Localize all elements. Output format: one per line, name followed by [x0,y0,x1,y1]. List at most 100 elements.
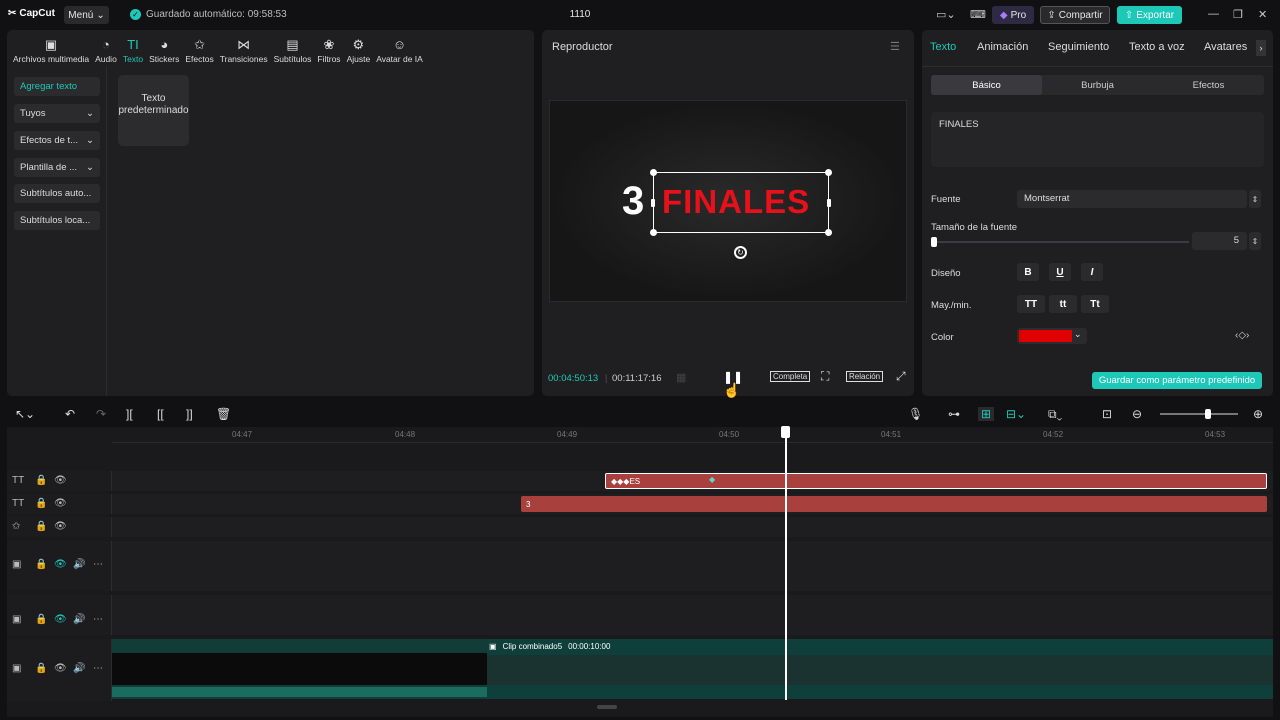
more-icon[interactable]: ⋯ [93,614,103,625]
tab-animation[interactable]: Animación [977,41,1028,53]
eye-icon[interactable]: 👁 [54,521,67,532]
lock-icon[interactable]: 🔒 [35,521,47,532]
trim-left-icon[interactable]: [[ [157,407,164,421]
size-stepper-icon[interactable]: ⇕ [1249,232,1261,250]
tab-tracking[interactable]: Seguimiento [1048,41,1109,53]
preview-screen[interactable]: 3 FINALES ↻ [549,100,907,302]
default-text-tile[interactable]: Texto predeterminado [118,75,189,146]
text-clip-number[interactable]: 3 [521,496,1267,512]
tab-filters[interactable]: ❀ Filtros [314,30,343,65]
playhead-handle[interactable] [781,426,790,438]
zoom-out-icon[interactable]: ⊖ [1132,407,1142,421]
snap-icon[interactable]: ⊟⌄ [1006,407,1026,421]
selection-box[interactable] [650,169,832,236]
grid-icon[interactable]: ▦ [676,371,686,384]
font-stepper-icon[interactable]: ⇕ [1249,190,1261,208]
resize-handle[interactable] [827,199,831,207]
lowercase-button[interactable]: tt [1049,295,1077,313]
tab-ai-avatar[interactable]: ☺ Avatar de IA [373,30,426,65]
redo-icon[interactable]: ↷ [96,407,106,421]
menu-button[interactable]: Menú ⌄ [64,6,109,24]
tab-media[interactable]: ▣ Archivos multimedia [10,30,92,65]
titlecase-button[interactable]: Tt [1081,295,1109,313]
uppercase-button[interactable]: TT [1017,295,1045,313]
trim-right-icon[interactable]: ]] [186,407,193,421]
chevron-right-icon[interactable]: › [1256,40,1266,56]
subtab-effects[interactable]: Efectos [1153,75,1264,95]
full-quality-button[interactable]: Completa [770,371,811,382]
minimize-icon[interactable]: — [1208,8,1219,20]
save-default-button[interactable]: Guardar como parámetro predefinido [1092,372,1262,389]
tab-text[interactable]: Texto [930,41,956,53]
subtab-basic[interactable]: Básico [931,75,1042,95]
text-content-field[interactable]: FINALES [931,112,1264,167]
eye-icon[interactable]: 👁 [54,663,67,674]
rotate-icon[interactable]: ↻ [734,246,747,259]
tab-stickers[interactable]: ◕ Stickers [146,30,182,65]
italic-button[interactable]: I [1081,263,1103,281]
zoom-in-icon[interactable]: ⊕ [1253,407,1263,421]
tab-text[interactable]: TI Texto [120,30,146,65]
screen-icon[interactable]: ⊡ [1102,407,1112,421]
resize-handle[interactable] [825,229,832,236]
layout-icon[interactable]: ▭⌄ [936,8,956,21]
lock-icon[interactable]: 🔒 [35,614,47,625]
bold-button[interactable]: B [1017,263,1039,281]
sidebar-item-local-subtitles[interactable]: Subtítulos loca... [14,211,100,230]
microphone-icon[interactable]: 🎙 [908,407,923,421]
font-size-input[interactable]: 5 [1192,232,1247,250]
focus-icon[interactable]: ⛶ [821,369,829,384]
fullscreen-icon[interactable]: ⤢ [896,369,906,384]
sidebar-item-text-effects[interactable]: Efectos de t... ⌄ [14,131,100,150]
font-select[interactable]: Montserrat [1017,190,1247,208]
resize-handle[interactable] [651,199,655,207]
subtab-bubble[interactable]: Burbuja [1042,75,1153,95]
select-tool-icon[interactable]: ↖⌄ [15,407,35,421]
slider-knob[interactable] [931,237,937,247]
tab-text-to-speech[interactable]: Texto a voz [1129,41,1185,53]
delete-icon[interactable]: 🗑 [216,407,231,421]
video-clip-main[interactable] [112,639,487,699]
lock-icon[interactable]: 🔒 [35,663,47,674]
zoom-knob[interactable] [1205,409,1211,419]
audio-icon[interactable]: 🔊 [73,614,85,625]
text-clip-finales[interactable]: ◆◆◆ ES ◆ [605,473,1267,489]
split-icon[interactable]: ][ [126,407,133,421]
tab-audio[interactable]: ◔ Audio [92,30,120,65]
lock-icon[interactable]: 🔒 [35,475,47,486]
lock-icon[interactable]: 🔒 [35,498,47,509]
menu-lines-icon[interactable]: ☰ [890,40,900,53]
font-size-slider[interactable] [931,241,1189,243]
tab-adjust[interactable]: ⚙ Ajuste [344,30,374,65]
keyframe-icon[interactable]: ◆ [709,475,715,484]
eye-icon[interactable]: 👁 [54,475,67,486]
restore-icon[interactable]: ❐ [1233,8,1243,21]
underline-button[interactable]: U [1049,263,1071,281]
tab-effects[interactable]: ✩ Efectos [182,30,216,65]
eye-icon[interactable]: 👁 [54,559,67,570]
close-icon[interactable]: ✕ [1258,8,1267,21]
color-picker[interactable]: ⌄ [1017,328,1087,344]
horizontal-scrollbar[interactable] [597,705,617,709]
playhead[interactable] [785,428,787,700]
audio-icon[interactable]: 🔊 [73,663,85,674]
export-button[interactable]: ⇧ Exportar [1117,6,1182,24]
tab-subtitles[interactable]: ▤ Subtítulos [271,30,315,65]
zoom-slider[interactable] [1160,413,1238,415]
sidebar-item-auto-subtitles[interactable]: Subtítulos auto... [14,184,100,203]
more-icon[interactable]: ⋯ [93,663,103,674]
eye-icon[interactable]: 👁 [54,498,67,509]
ratio-button[interactable]: Relación [846,371,884,382]
pro-button[interactable]: ◆ Pro [992,6,1034,24]
timeline-ruler[interactable]: 04:47 04:48 04:49 04:50 04:51 04:52 04:5… [112,427,1273,443]
resize-handle[interactable] [650,229,657,236]
resize-handle[interactable] [825,169,832,176]
resize-handle[interactable] [650,169,657,176]
undo-icon[interactable]: ↶ [65,407,75,421]
lock-icon[interactable]: 🔒 [35,559,47,570]
preview-axis-icon[interactable]: ⧉⌄ [1048,407,1062,422]
audio-icon[interactable]: 🔊 [73,559,85,570]
eye-icon[interactable]: 👁 [54,614,67,625]
keyframe-icon[interactable]: ‹◇› [1235,330,1249,341]
combined-clip[interactable]: ▣ Clip combinado5 00:00:10:00 [487,639,1273,699]
